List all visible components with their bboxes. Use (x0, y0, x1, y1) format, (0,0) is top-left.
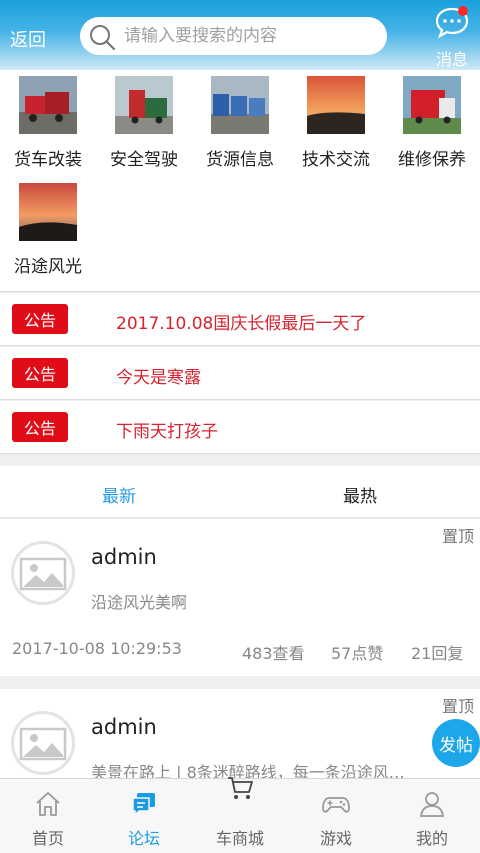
category-cargo-info[interactable]: 货源信息 (192, 76, 288, 170)
post-card[interactable]: 置顶 admin 美景在路上 | 8条迷醉路线，每一条沿途风… (0, 689, 480, 778)
category-label: 技术交流 (302, 150, 370, 170)
tab-hot[interactable]: 最热 (343, 482, 377, 507)
messages-label: 消息 (435, 50, 468, 69)
pinned-label: 置顶 (441, 527, 474, 546)
avatar[interactable] (11, 541, 75, 605)
category-grid: 货车改装 安全驾驶 货源信息 技术交流 维修保养 沿途风光 (0, 70, 480, 292)
category-tech-exchange[interactable]: 技术交流 (288, 76, 384, 170)
search-input[interactable] (124, 26, 374, 46)
nav-label: 我的 (415, 829, 448, 848)
announcement-item[interactable]: 公告 下雨天打孩子 (0, 401, 480, 454)
post-summary: 沿途风光美啊 (91, 593, 188, 612)
nav-label: 游戏 (319, 829, 352, 848)
nav-label: 车商城 (215, 829, 264, 848)
announcement-tag: 公告 (12, 358, 68, 388)
image-placeholder-icon (19, 557, 67, 591)
announcement-text: 今天是寒露 (116, 368, 201, 388)
category-scenery[interactable]: 沿途风光 (0, 183, 96, 277)
unread-dot (458, 6, 468, 16)
category-label: 安全驾驶 (110, 150, 178, 170)
pinned-label: 置顶 (441, 697, 474, 716)
announcement-tag: 公告 (12, 412, 68, 442)
image-placeholder-icon (19, 727, 67, 761)
safe-driving-thumbnail (115, 76, 173, 134)
top-bar: 返回 消息 (0, 0, 480, 70)
feed-tabs: 最新 最热 (0, 466, 480, 518)
tech-exchange-thumbnail (307, 76, 365, 134)
like-count[interactable]: 57点赞 (331, 640, 383, 664)
nav-car-mall[interactable]: 车商城 (192, 777, 288, 853)
back-button[interactable]: 返回 (10, 26, 46, 52)
category-label: 维修保养 (398, 150, 466, 170)
category-maintenance[interactable]: 维修保养 (384, 76, 480, 170)
tab-latest[interactable]: 最新 (102, 482, 136, 507)
category-label: 沿途风光 (14, 257, 82, 277)
category-safe-driving[interactable]: 安全驾驶 (96, 76, 192, 170)
search-icon (88, 23, 116, 51)
nav-games[interactable]: 游戏 (288, 779, 384, 853)
nav-home[interactable]: 首页 (0, 779, 96, 853)
cargo-info-thumbnail (211, 76, 269, 134)
announcement-tag: 公告 (12, 304, 68, 334)
avatar[interactable] (11, 711, 75, 775)
forum-icon (132, 793, 155, 817)
search-box[interactable] (80, 17, 387, 55)
gamepad-icon (322, 797, 350, 813)
maintenance-thumbnail (403, 76, 461, 134)
home-icon (36, 792, 60, 816)
user-icon (419, 792, 445, 817)
bottom-navigation: 首页 论坛 车商城 游戏 我的 (0, 777, 480, 853)
nav-profile[interactable]: 我的 (384, 779, 480, 853)
view-count: 483查看 (242, 644, 305, 663)
reply-count[interactable]: 21回复 (411, 640, 463, 664)
post-time: 2017-10-08 10:29:53 (12, 639, 182, 658)
nav-label: 论坛 (127, 829, 160, 848)
announcement-text: 2017.10.08国庆长假最后一天了 (116, 314, 367, 334)
announcement-item[interactable]: 公告 今天是寒露 (0, 347, 480, 400)
category-label: 货车改装 (14, 150, 82, 170)
announcement-item[interactable]: 公告 2017.10.08国庆长假最后一天了 (0, 293, 480, 346)
category-label: 货源信息 (206, 150, 274, 170)
nav-forum[interactable]: 论坛 (96, 779, 192, 853)
truck-modification-thumbnail (19, 76, 77, 134)
category-truck-modification[interactable]: 货车改装 (0, 76, 96, 170)
scenery-thumbnail (19, 183, 77, 241)
post-author[interactable]: admin (91, 545, 157, 569)
announcement-text: 下雨天打孩子 (116, 422, 218, 442)
post-author[interactable]: admin (91, 715, 157, 739)
cart-icon (228, 777, 253, 799)
new-post-button[interactable]: 发帖 (432, 719, 480, 767)
nav-label: 首页 (31, 829, 64, 848)
post-card[interactable]: 置顶 admin 沿途风光美啊 2017-10-08 10:29:53 483查… (0, 519, 480, 676)
messages-button[interactable]: 消息 (430, 6, 474, 70)
